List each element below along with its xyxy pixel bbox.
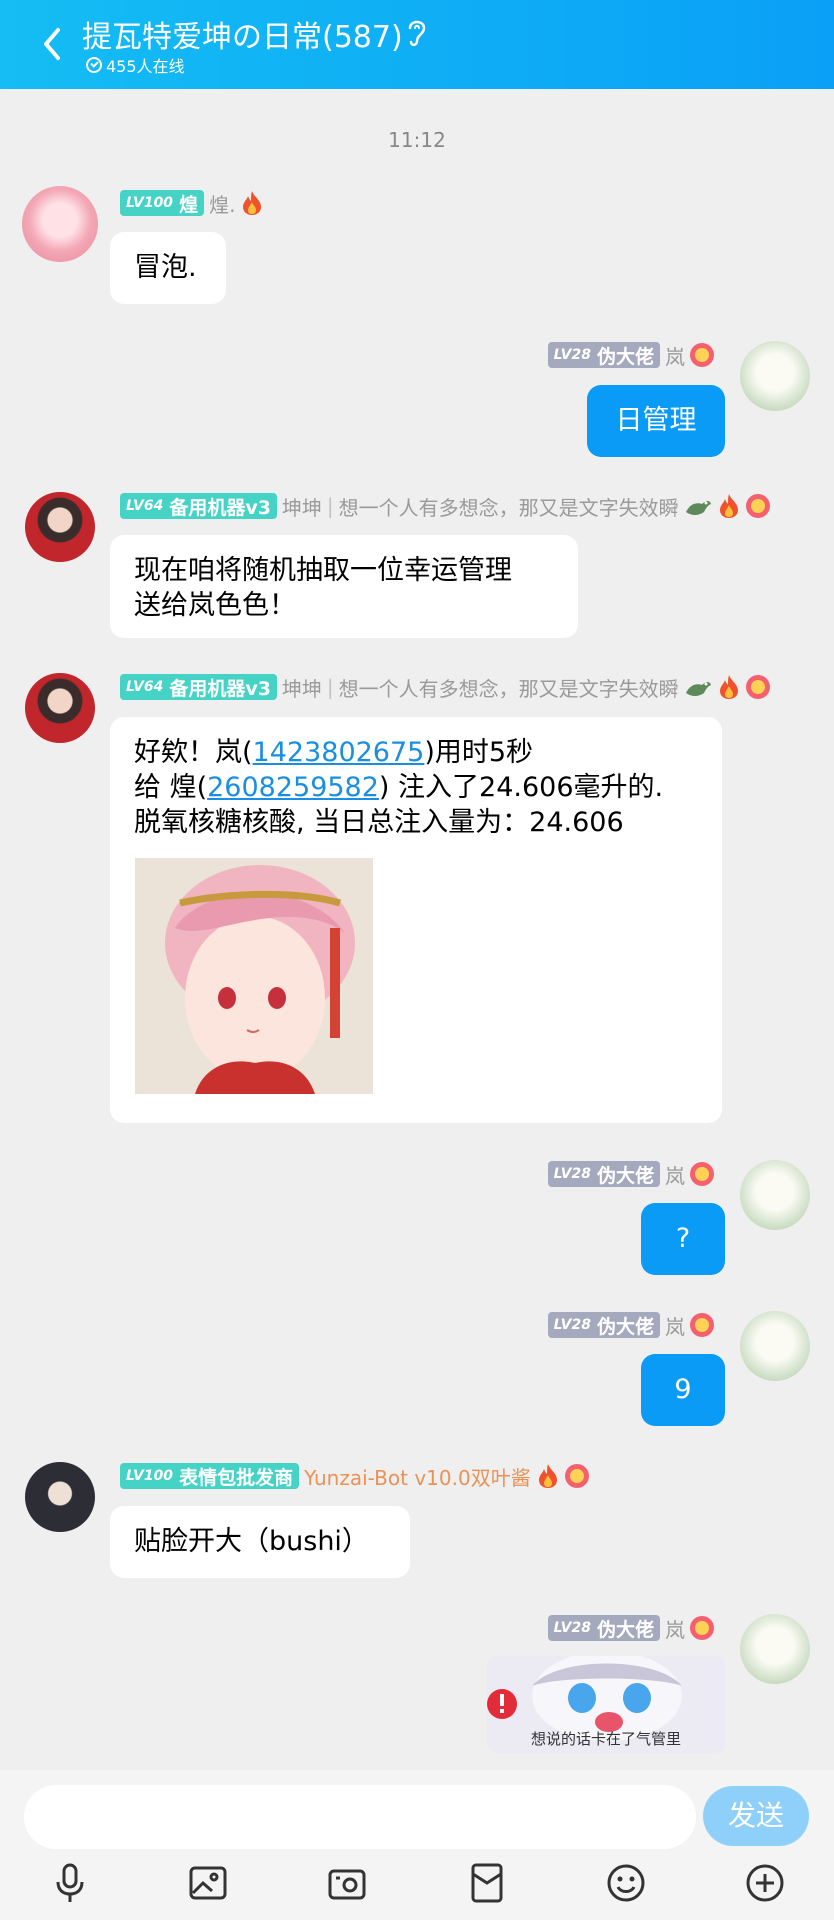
level-badge: LV64 备用机器v3 (120, 674, 277, 700)
microphone-icon[interactable] (50, 1862, 90, 1904)
message-bubble[interactable]: ? (641, 1203, 725, 1275)
emoji-badge-icon (690, 343, 714, 367)
sender-info: LV28 伪大佬 岚 (547, 1160, 714, 1188)
message-input[interactable] (24, 1785, 696, 1849)
dragon-icon (685, 501, 711, 515)
sticker-image[interactable]: 想说的话卡在了气管里 (487, 1656, 725, 1753)
sender-name: Yunzai-Bot v10.0双叶酱 (304, 1465, 531, 1490)
red-packet-icon[interactable] (467, 1862, 507, 1904)
level-badge: LV28 伪大佬 (547, 1312, 660, 1338)
fire-icon (243, 191, 262, 215)
avatar[interactable] (740, 1614, 810, 1684)
anime-girl-image[interactable] (135, 858, 373, 1094)
fire-icon (719, 494, 738, 518)
sender-name: 岚 (665, 1314, 685, 1339)
emoji-badge-icon (690, 1616, 714, 1640)
emoji-badge-icon (690, 1313, 714, 1337)
sender-info: LV64 备用机器v3 坤坤 | 想一个人有多想念，那又是文字失效瞬 (120, 673, 770, 701)
emoji-badge-icon (745, 675, 770, 699)
camera-icon[interactable] (327, 1862, 367, 1904)
anime-girl-illustration (135, 858, 373, 1094)
message-bubble[interactable]: 日管理 (587, 385, 725, 457)
sender-name: 煌. (209, 192, 236, 217)
sender-info: LV28 伪大佬 岚 (547, 1614, 714, 1642)
level-badge: LV28 伪大佬 (547, 342, 660, 368)
sender-name: 岚 (665, 1617, 685, 1642)
sender-signature: 想一个人有多想念，那又是文字失效瞬 (338, 495, 679, 520)
message-bubble[interactable]: 现在咱将随机抽取一位幸运管理 送给岚色色！ (110, 535, 578, 638)
level-badge: LV100 表情包批发商 (120, 1463, 300, 1489)
sender-name: 岚 (665, 344, 685, 369)
message-bubble[interactable]: 冒泡. (110, 232, 226, 304)
avatar[interactable] (25, 492, 95, 562)
avatar[interactable] (740, 1311, 810, 1381)
ear-icon[interactable] (404, 16, 430, 48)
level-badge: LV28 伪大佬 (547, 1161, 660, 1187)
online-check-icon (86, 57, 102, 73)
qq-number-link[interactable]: 1423802675 (253, 737, 425, 768)
sender-info: LV64 备用机器v3 坤坤 | 想一个人有多想念，那又是文字失效瞬 (120, 492, 770, 520)
sender-info: LV100 表情包批发商 Yunzai-Bot v10.0双叶酱 (120, 1462, 589, 1490)
fire-icon (538, 1464, 557, 1488)
avatar[interactable] (740, 1160, 810, 1230)
sender-signature: 想一个人有多想念，那又是文字失效瞬 (338, 676, 679, 701)
level-badge: LV64 备用机器v3 (120, 493, 277, 519)
avatar[interactable] (740, 341, 810, 411)
chat-header: 提瓦特爱坤の日常(587) 455人在线 (0, 0, 834, 89)
back-arrow-icon[interactable] (38, 26, 66, 62)
avatar[interactable] (25, 1462, 95, 1532)
sender-name: 坤坤 (281, 676, 322, 701)
emoji-badge-icon (564, 1464, 589, 1488)
emoji-badge-icon (745, 494, 770, 518)
sender-info: LV100 煌 煌. (120, 189, 264, 217)
qq-number-link[interactable]: 2608259582 (207, 772, 379, 803)
timestamp: 11:12 (388, 128, 446, 152)
emoji-badge-icon (690, 1162, 714, 1186)
dragon-icon (685, 682, 711, 696)
sender-info: LV28 伪大佬 岚 (547, 341, 714, 369)
sender-name: 坤坤 (281, 495, 322, 520)
send-button[interactable]: 发送 (703, 1786, 809, 1846)
sender-name: 岚 (665, 1163, 685, 1188)
online-count: 455人在线 (86, 53, 185, 77)
avatar[interactable] (22, 186, 98, 262)
group-title[interactable]: 提瓦特爱坤の日常(587) (82, 12, 403, 56)
level-badge: LV100 煌 (120, 190, 205, 216)
level-badge: LV28 伪大佬 (547, 1615, 660, 1641)
sender-info: LV28 伪大佬 岚 (547, 1311, 714, 1339)
avatar[interactable] (25, 673, 95, 743)
message-bubble[interactable]: 9 (641, 1354, 725, 1426)
message-bubble[interactable]: 贴脸开大（bushi） (110, 1506, 410, 1578)
picture-icon[interactable] (188, 1862, 228, 1904)
sticker-caption: 想说的话卡在了气管里 (530, 1730, 681, 1748)
plus-icon[interactable] (745, 1862, 785, 1904)
emoji-icon[interactable] (606, 1862, 646, 1904)
fire-icon (719, 675, 738, 699)
